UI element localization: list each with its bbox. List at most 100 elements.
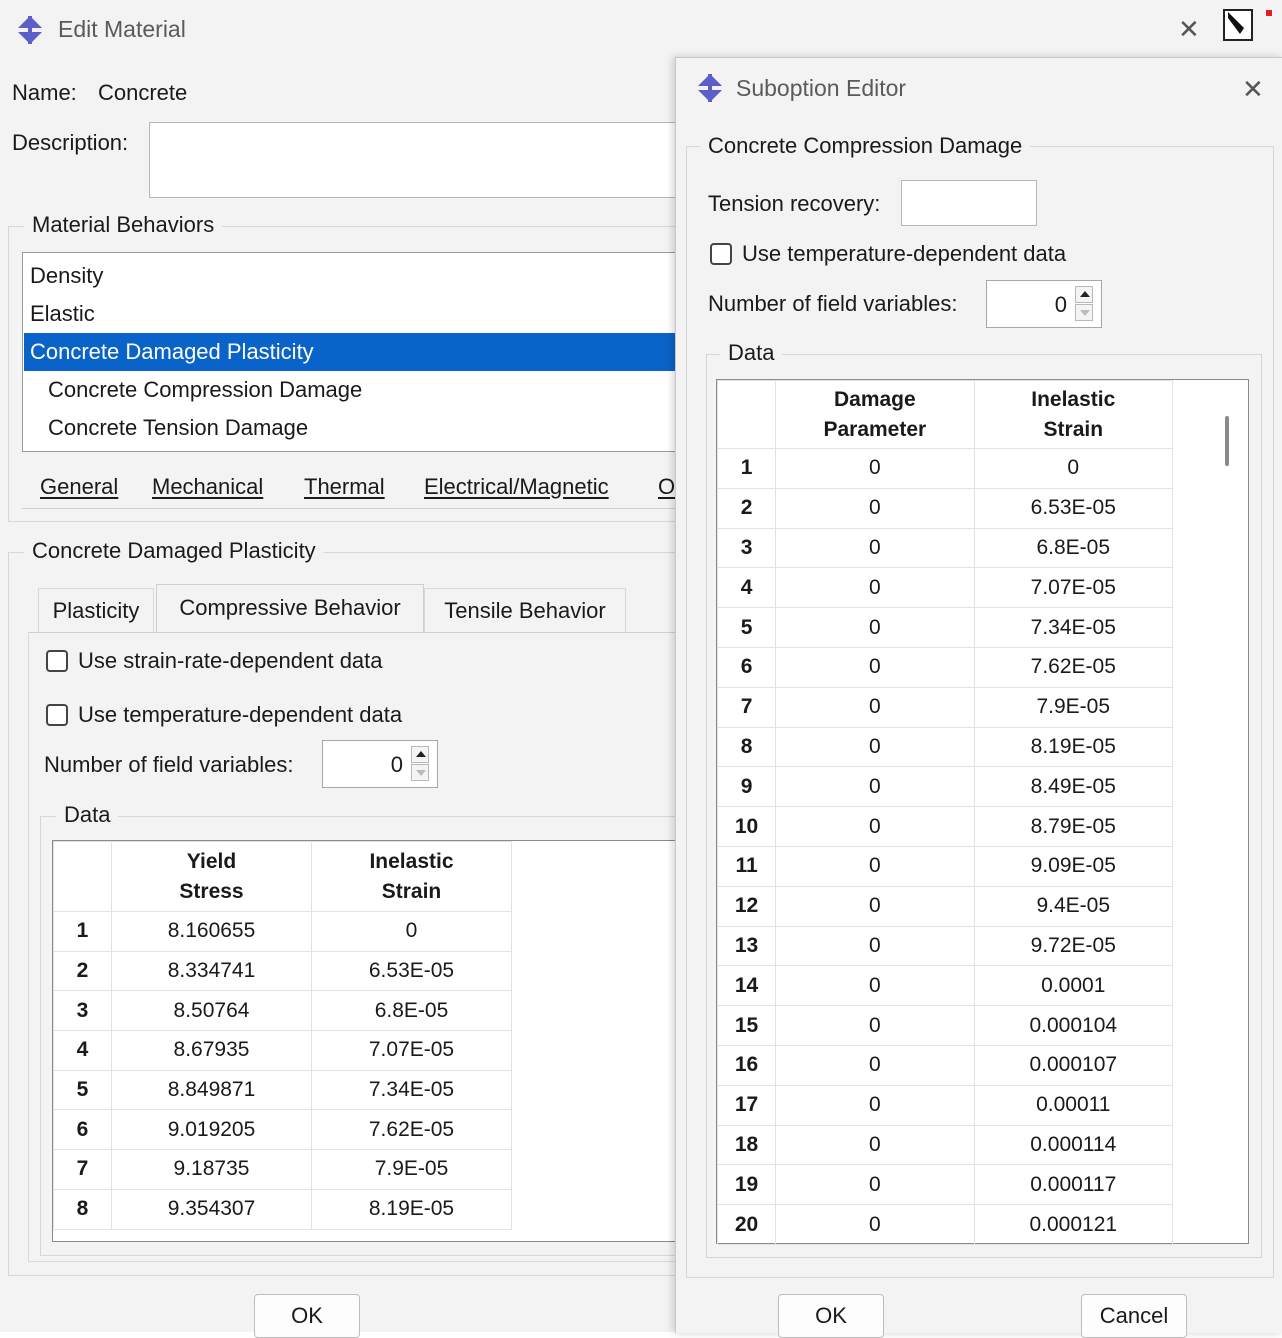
table-cell[interactable]: 0.000114 bbox=[973, 1124, 1174, 1166]
behavior-concrete-tension-damage[interactable]: Concrete Tension Damage bbox=[24, 409, 682, 447]
table-cell[interactable]: 0 bbox=[775, 607, 975, 648]
table-cell[interactable]: 9.354307 bbox=[111, 1188, 312, 1230]
table-cell[interactable]: 0.0001 bbox=[973, 965, 1174, 1007]
table-row[interactable]: 7 9.18735 7.9E-05 bbox=[53, 1149, 512, 1190]
table-cell[interactable]: 0.00011 bbox=[973, 1084, 1174, 1126]
column-header-yield-stress[interactable]: Yield Stress bbox=[111, 841, 312, 912]
table-row[interactable]: 15 0 0.000104 bbox=[716, 1005, 1174, 1046]
row-number[interactable]: 1 bbox=[53, 911, 112, 952]
tension-recovery-field[interactable] bbox=[901, 180, 1037, 226]
table-cell[interactable]: 0 bbox=[775, 448, 975, 489]
row-number[interactable]: 7 bbox=[716, 686, 777, 728]
table-cell[interactable]: 0 bbox=[973, 448, 1174, 489]
menu-mechanical[interactable]: Mechanical bbox=[152, 474, 263, 500]
row-number[interactable]: 7 bbox=[53, 1149, 112, 1190]
table-row[interactable]: 2 0 6.53E-05 bbox=[716, 487, 1174, 529]
compressive-data-grid[interactable]: Yield Stress Inelastic Strain 1 8.160655 0… bbox=[53, 841, 512, 1230]
table-cell[interactable]: 6.53E-05 bbox=[973, 487, 1174, 529]
material-behaviors-list[interactable]: Density Elastic Concrete Damaged Plastic… bbox=[22, 252, 684, 452]
table-cell[interactable]: 9.019205 bbox=[111, 1109, 312, 1151]
sub-field-variables-spinner[interactable]: 0 bbox=[986, 280, 1102, 328]
table-cell[interactable]: 7.9E-05 bbox=[311, 1149, 512, 1190]
scrollbar-thumb[interactable] bbox=[1225, 416, 1229, 466]
table-row[interactable]: 13 0 9.72E-05 bbox=[716, 925, 1174, 967]
table-row[interactable]: 6 9.019205 7.62E-05 bbox=[53, 1109, 512, 1151]
damage-data-table[interactable]: Damage Parameter Inelastic Strain 100206… bbox=[716, 379, 1249, 1245]
row-number[interactable]: 6 bbox=[716, 646, 777, 688]
behavior-concrete-compression-damage[interactable]: Concrete Compression Damage bbox=[24, 371, 682, 409]
table-row[interactable]: 19 0 0.000117 bbox=[716, 1164, 1174, 1206]
table-row[interactable]: 2 8.334741 6.53E-05 bbox=[53, 950, 512, 992]
table-cell[interactable]: 0 bbox=[775, 1204, 975, 1245]
sub-ok-button[interactable]: OK bbox=[778, 1294, 884, 1338]
table-cell[interactable]: 8.49E-05 bbox=[973, 766, 1174, 808]
table-row[interactable]: 9 0 8.49E-05 bbox=[716, 766, 1174, 808]
table-cell[interactable]: 0 bbox=[775, 646, 975, 688]
row-number[interactable]: 16 bbox=[716, 1044, 777, 1086]
table-cell[interactable]: 8.19E-05 bbox=[311, 1188, 512, 1230]
spin-up-icon[interactable] bbox=[411, 746, 429, 763]
table-row[interactable]: 20 0 0.000121 bbox=[716, 1204, 1174, 1245]
table-row[interactable]: 5 8.849871 7.34E-05 bbox=[53, 1069, 512, 1111]
close-icon[interactable]: ✕ bbox=[1242, 74, 1264, 105]
sub-temperature-checkbox[interactable] bbox=[710, 243, 732, 265]
table-row[interactable]: 8 0 8.19E-05 bbox=[716, 726, 1174, 768]
tab-tensile-behavior[interactable]: Tensile Behavior bbox=[424, 588, 626, 633]
table-cell[interactable]: 8.849871 bbox=[111, 1069, 312, 1111]
table-row[interactable]: 14 0 0.0001 bbox=[716, 965, 1174, 1007]
table-cell[interactable]: 7.62E-05 bbox=[311, 1109, 512, 1151]
table-row[interactable]: 6 0 7.62E-05 bbox=[716, 646, 1174, 688]
row-number[interactable]: 17 bbox=[716, 1084, 777, 1126]
spinner-arrows[interactable] bbox=[411, 746, 429, 782]
spin-down-icon[interactable] bbox=[1075, 304, 1093, 321]
close-icon[interactable]: ✕ bbox=[1178, 14, 1200, 45]
row-number[interactable]: 5 bbox=[53, 1069, 112, 1111]
column-header-inelastic-strain[interactable]: Inelastic Strain bbox=[311, 841, 512, 912]
vertical-scrollbar[interactable] bbox=[1210, 380, 1246, 1241]
damage-data-grid[interactable]: Damage Parameter Inelastic Strain 100206… bbox=[716, 380, 1174, 1245]
behavior-density[interactable]: Density bbox=[24, 257, 682, 295]
table-cell[interactable]: 9.4E-05 bbox=[973, 885, 1174, 927]
row-number[interactable]: 5 bbox=[716, 607, 777, 648]
table-cell[interactable]: 7.62E-05 bbox=[973, 646, 1174, 688]
table-cell[interactable]: 0 bbox=[775, 845, 975, 887]
table-row[interactable]: 7 0 7.9E-05 bbox=[716, 686, 1174, 728]
table-row[interactable]: 16 0 0.000107 bbox=[716, 1044, 1174, 1086]
column-header-damage-parameter[interactable]: Damage Parameter bbox=[775, 380, 975, 449]
table-cell[interactable]: 8.79E-05 bbox=[973, 806, 1174, 847]
table-row[interactable]: 4 0 7.07E-05 bbox=[716, 567, 1174, 609]
table-cell[interactable]: 8.67935 bbox=[111, 1030, 312, 1071]
row-number[interactable]: 4 bbox=[53, 1030, 112, 1071]
row-number[interactable]: 2 bbox=[716, 487, 777, 529]
table-cell[interactable]: 0 bbox=[775, 487, 975, 529]
menu-thermal[interactable]: Thermal bbox=[304, 474, 385, 500]
row-number[interactable]: 4 bbox=[716, 567, 777, 609]
row-number[interactable]: 15 bbox=[716, 1005, 777, 1046]
table-cell[interactable]: 7.9E-05 bbox=[973, 686, 1174, 728]
tab-plasticity[interactable]: Plasticity bbox=[38, 588, 154, 633]
row-number[interactable]: 2 bbox=[53, 950, 112, 992]
table-cell[interactable]: 0 bbox=[775, 726, 975, 768]
row-number[interactable]: 20 bbox=[716, 1204, 777, 1245]
row-number[interactable]: 11 bbox=[716, 845, 777, 887]
spin-up-icon[interactable] bbox=[1075, 286, 1093, 303]
field-variables-spinner[interactable]: 0 bbox=[322, 740, 438, 788]
behavior-concrete-damaged-plasticity[interactable]: Concrete Damaged Plasticity bbox=[24, 333, 682, 371]
row-number[interactable]: 8 bbox=[716, 726, 777, 768]
table-cell[interactable]: 7.34E-05 bbox=[311, 1069, 512, 1111]
behavior-elastic[interactable]: Elastic bbox=[24, 295, 682, 333]
row-number[interactable]: 3 bbox=[716, 527, 777, 569]
table-row[interactable]: 4 8.67935 7.07E-05 bbox=[53, 1030, 512, 1071]
table-row[interactable]: 18 0 0.000114 bbox=[716, 1124, 1174, 1166]
table-cell[interactable]: 0 bbox=[311, 911, 512, 952]
temperature-checkbox[interactable] bbox=[46, 704, 68, 726]
table-cell[interactable]: 9.18735 bbox=[111, 1149, 312, 1190]
table-cell[interactable]: 0 bbox=[775, 1005, 975, 1046]
row-number[interactable]: 12 bbox=[716, 885, 777, 927]
row-number[interactable]: 3 bbox=[53, 990, 112, 1032]
table-cell[interactable]: 0 bbox=[775, 965, 975, 1007]
row-number[interactable]: 10 bbox=[716, 806, 777, 847]
menu-other[interactable]: O bbox=[658, 474, 675, 500]
row-number[interactable]: 6 bbox=[53, 1109, 112, 1151]
table-cell[interactable]: 0.000104 bbox=[973, 1005, 1174, 1046]
